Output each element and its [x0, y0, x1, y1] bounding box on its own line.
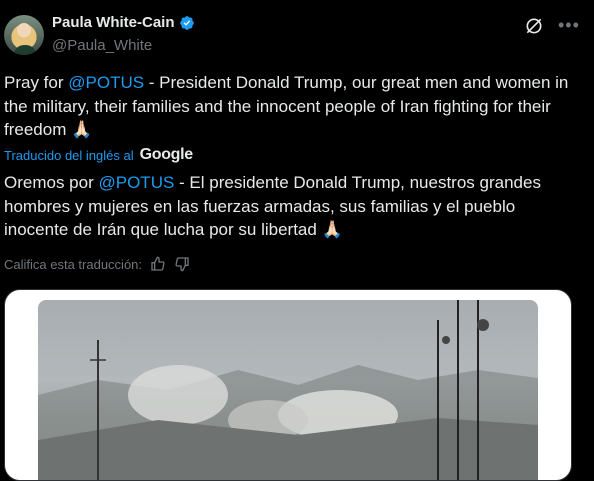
translated-by-label: Traducido del inglés al [4, 147, 134, 163]
avatar[interactable] [4, 15, 44, 55]
media-attachment[interactable] [4, 289, 572, 481]
rate-translation-label: Califica esta traducción: [4, 256, 143, 272]
translated-text: Oremos por @POTUS - El presidente Donald… [4, 171, 574, 242]
tweet-header: Paula White-Cain @Paula_White ••• [0, 0, 594, 60]
tweet-text: Pray for @POTUS - President Donald Trump… [4, 71, 574, 142]
tweet-text-before: Pray for [4, 73, 69, 92]
google-logo: Google [139, 146, 194, 163]
translated-text-before: Oremos por [4, 173, 99, 192]
translated-by[interactable]: Traducido del inglés al Google [4, 146, 193, 164]
media-photo-illustration [38, 300, 538, 480]
rate-translation-row: Califica esta traducción: [4, 256, 190, 272]
media-image[interactable] [38, 300, 538, 480]
thumbs-down-icon[interactable] [174, 256, 190, 272]
grok-icon[interactable] [524, 16, 544, 36]
more-icon[interactable]: ••• [558, 15, 579, 35]
translated-mention-link[interactable]: @POTUS [98, 173, 174, 192]
mention-link[interactable]: @POTUS [68, 73, 144, 92]
author-handle[interactable]: @Paula_White [52, 37, 152, 54]
thumbs-up-icon[interactable] [150, 256, 166, 272]
verified-badge-icon [179, 15, 194, 30]
author-name-row: Paula White-Cain [52, 14, 195, 31]
author-name[interactable]: Paula White-Cain [52, 14, 175, 31]
